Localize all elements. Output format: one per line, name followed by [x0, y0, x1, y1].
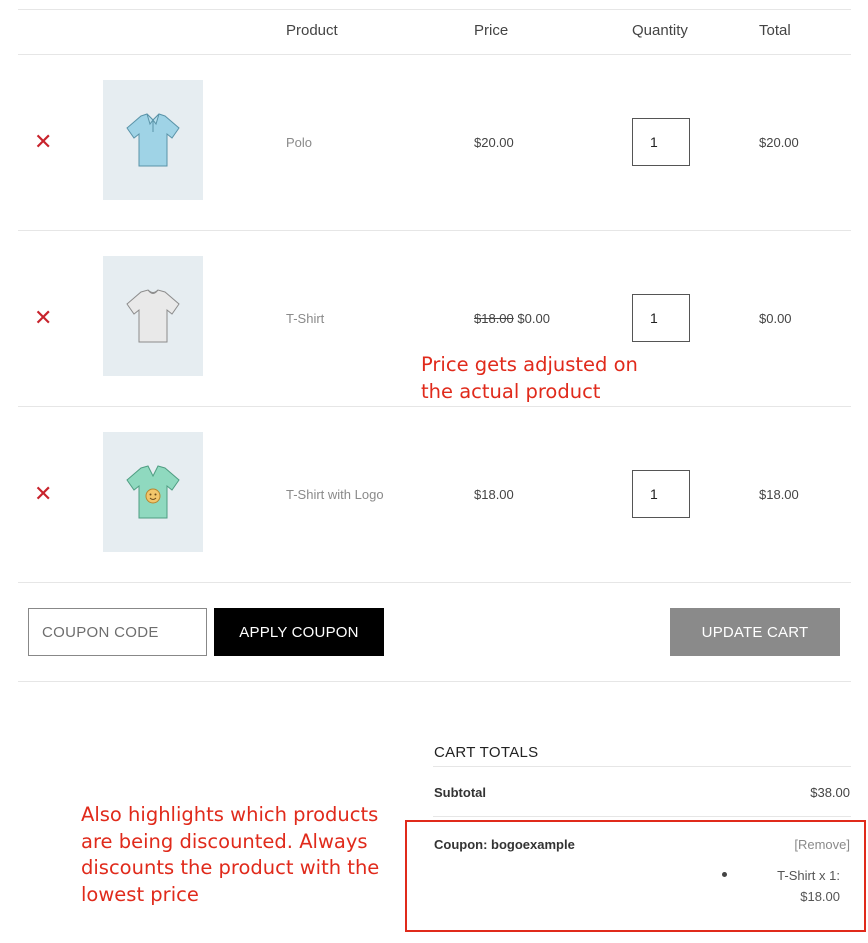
- quantity-input[interactable]: [632, 294, 690, 342]
- table-header-border: [18, 54, 851, 55]
- header-price: Price: [474, 22, 509, 39]
- quantity-input[interactable]: [632, 118, 690, 166]
- header-quantity: Quantity: [632, 22, 688, 39]
- product-price: $18.00: [474, 487, 514, 502]
- product-name[interactable]: Polo: [286, 135, 312, 150]
- original-price: $18.00: [474, 311, 514, 326]
- line-total: $20.00: [759, 135, 799, 150]
- table-top-border: [18, 9, 851, 10]
- cart-totals-title: CART TOTALS: [434, 744, 539, 761]
- line-total: $18.00: [759, 487, 799, 502]
- product-thumbnail[interactable]: [103, 80, 203, 200]
- discount-amount-line: $18.00: [800, 889, 840, 904]
- product-name[interactable]: T-Shirt with Logo: [286, 487, 384, 502]
- remove-coupon-link[interactable]: [Remove]: [794, 837, 850, 852]
- tshirt-logo-icon: [126, 465, 180, 519]
- annotation-line: Also highlights which products: [81, 803, 379, 826]
- discount-item-line: T-Shirt x 1:: [777, 868, 840, 883]
- discount-annotation: Also highlights which products are being…: [81, 802, 379, 908]
- annotation-line: are being discounted. Always: [81, 829, 368, 853]
- annotation-line: the actual product: [421, 379, 601, 403]
- current-price: $0.00: [517, 311, 550, 326]
- coupon-code-input[interactable]: [28, 608, 207, 656]
- subtotal-value: $38.00: [810, 785, 850, 800]
- actions-bottom-border: [18, 681, 851, 682]
- close-icon[interactable]: ✕: [34, 131, 52, 153]
- header-total: Total: [759, 22, 791, 39]
- close-icon[interactable]: ✕: [34, 483, 52, 505]
- totals-divider: [433, 766, 851, 767]
- current-price: $18.00: [474, 487, 514, 502]
- polo-shirt-icon: [126, 113, 180, 167]
- subtotal-label: Subtotal: [434, 785, 486, 800]
- annotation-line: lowest price: [81, 882, 199, 906]
- product-price: $20.00: [474, 135, 514, 150]
- product-thumbnail[interactable]: [103, 256, 203, 376]
- close-icon[interactable]: ✕: [34, 307, 52, 329]
- current-price: $20.00: [474, 135, 514, 150]
- tshirt-icon: [126, 289, 180, 343]
- row-divider: [18, 406, 851, 407]
- product-thumbnail[interactable]: [103, 432, 203, 552]
- line-total: $0.00: [759, 311, 792, 326]
- apply-coupon-button[interactable]: APPLY COUPON: [214, 608, 384, 656]
- header-product: Product: [286, 22, 338, 39]
- product-price: $18.00 $0.00: [474, 311, 550, 326]
- product-name[interactable]: T-Shirt: [286, 311, 324, 326]
- annotation-line: discounts the product with the: [81, 856, 380, 879]
- row-divider: [18, 230, 851, 231]
- row-divider: [18, 582, 851, 583]
- update-cart-button[interactable]: UPDATE CART: [670, 608, 840, 656]
- quantity-input[interactable]: [632, 470, 690, 518]
- list-bullet: [722, 872, 727, 877]
- price-adjust-annotation: Price gets adjusted on the actual produc…: [421, 352, 638, 405]
- totals-divider: [433, 816, 851, 817]
- coupon-label: Coupon: bogoexample: [434, 837, 575, 852]
- annotation-line: Price gets adjusted on: [421, 353, 638, 376]
